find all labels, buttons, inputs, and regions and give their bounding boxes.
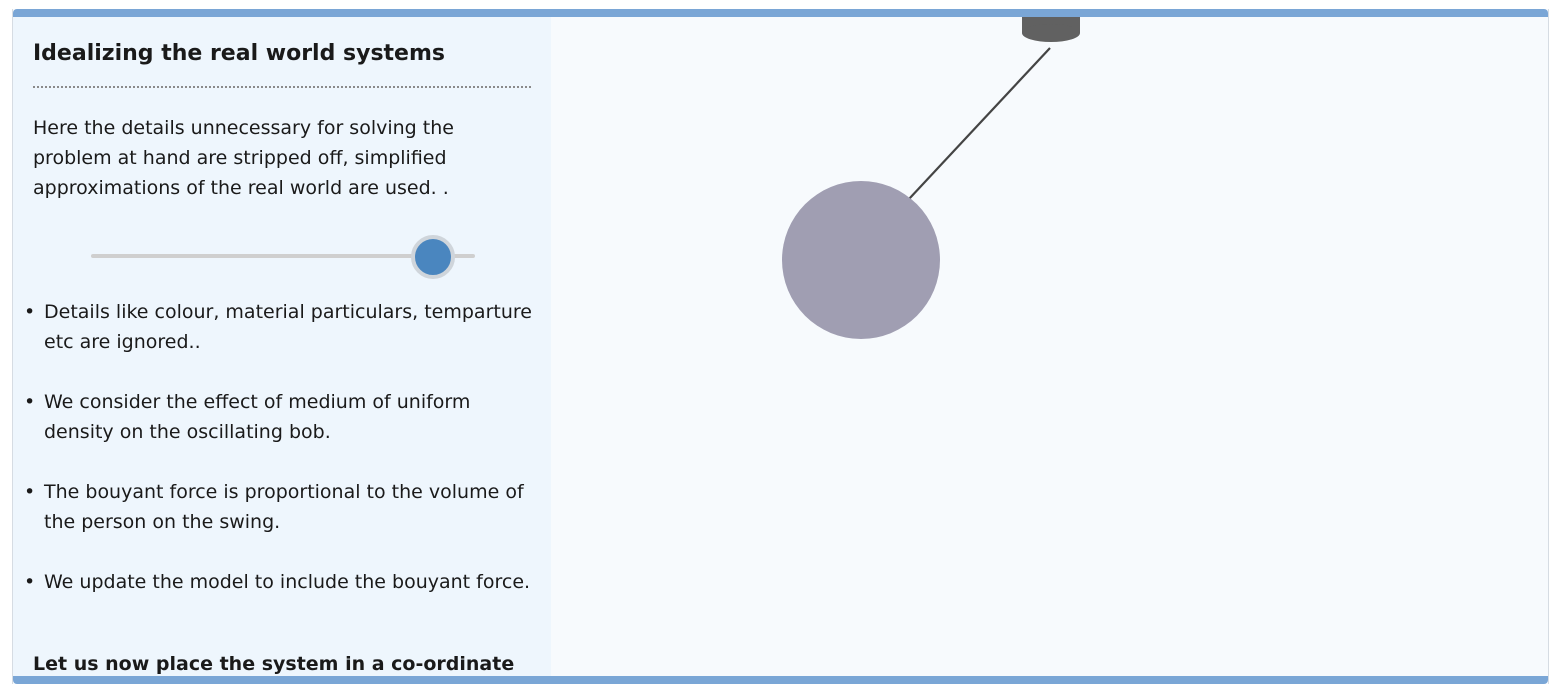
list-item-text: Details like colour, material particular… — [44, 301, 532, 353]
list-item-text: We update the model to include the bouya… — [44, 571, 531, 593]
title-divider — [33, 86, 531, 88]
list-item-text: The bouyant force is proportional to the… — [44, 481, 524, 533]
list-item: • Details like colour, material particul… — [23, 297, 543, 357]
pendulum-string — [908, 47, 1051, 200]
bullet-icon: • — [24, 481, 36, 503]
pendulum-bob[interactable] — [782, 181, 940, 339]
simulation-canvas[interactable] — [551, 17, 1548, 676]
explanation-sidebar: Idealizing the real world systems Here t… — [13, 17, 551, 676]
bottom-note: Let us now place the system in a co-ordi… — [33, 653, 515, 675]
top-accent-bar — [13, 9, 1548, 17]
intro-text: Here the details unnecessary for solving… — [33, 117, 454, 199]
bottom-accent-bar — [13, 676, 1548, 684]
bullet-icon: • — [24, 571, 36, 593]
list-item-text: We consider the effect of medium of unif… — [44, 391, 471, 443]
bullet-icon: • — [24, 391, 36, 413]
pendulum-pivot — [1022, 17, 1080, 42]
panel-title: Idealizing the real world systems — [33, 41, 445, 66]
list-item: • We update the model to include the bou… — [23, 567, 543, 597]
bullet-icon: • — [24, 301, 36, 323]
slider-thumb[interactable] — [410, 235, 455, 279]
model-slider[interactable] — [91, 235, 475, 279]
list-item: • The bouyant force is proportional to t… — [23, 477, 543, 537]
assumption-list: • Details like colour, material particul… — [23, 297, 543, 627]
app-frame: Idealizing the real world systems Here t… — [12, 9, 1549, 684]
pendulum-diagram — [782, 17, 1080, 339]
list-item: • We consider the effect of medium of un… — [23, 387, 543, 447]
